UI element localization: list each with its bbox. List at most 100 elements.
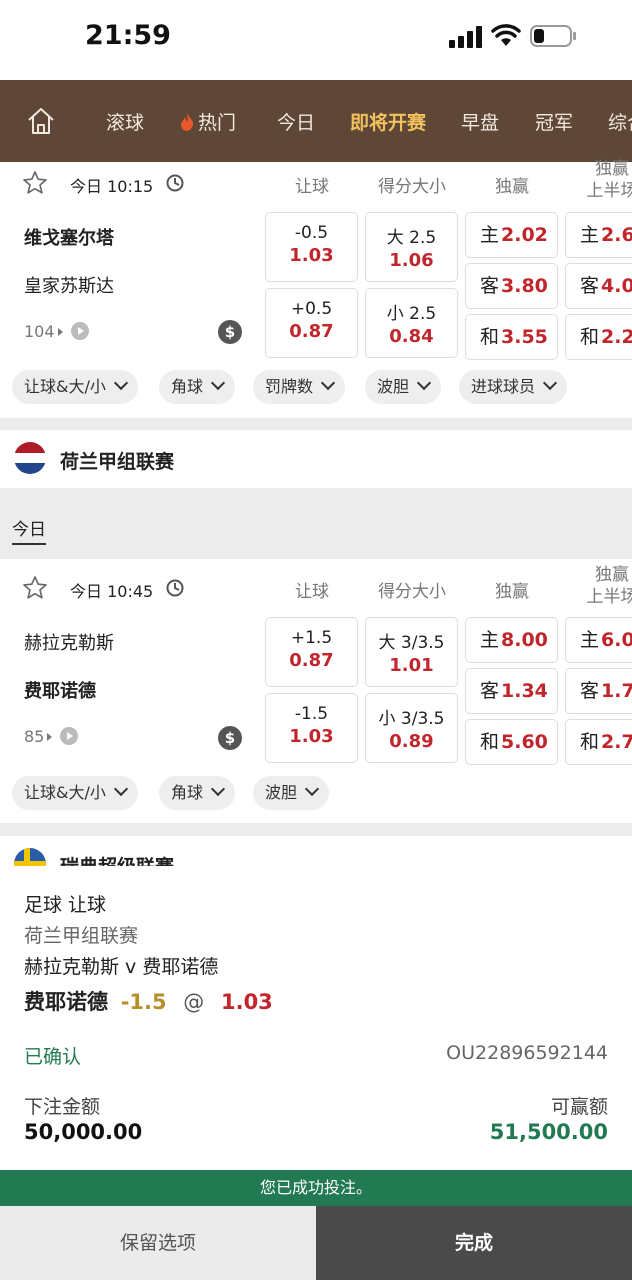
moneyline-draw-button[interactable]: 和 5.60 xyxy=(465,719,558,765)
match-time: 今日 10:15 xyxy=(70,177,154,196)
total-line: 小 3/3.5 xyxy=(378,709,445,729)
market-chip[interactable]: 罚牌数 xyxy=(253,370,346,404)
market-chip[interactable]: 波胆 xyxy=(365,370,442,404)
odds-label: 主 xyxy=(580,629,600,651)
moneyline-draw-button[interactable]: 和 3.55 xyxy=(465,314,558,360)
odds-label: 主 xyxy=(580,224,600,246)
home-icon[interactable] xyxy=(26,104,56,138)
odds-label: 和 xyxy=(580,731,600,753)
col-header-half-time: 独赢 上半场 xyxy=(566,564,632,608)
battery-icon xyxy=(530,25,576,47)
status-bar: 21:59 xyxy=(0,0,632,80)
odds-label: 主 xyxy=(480,224,500,246)
handicap-home-button[interactable]: -0.5 1.03 xyxy=(265,212,358,282)
match-card: 今日 10:15 让球 得分大小 独赢 独赢 上半场 维戈塞尔塔 皇家苏斯达 10… xyxy=(0,159,632,418)
fire-icon xyxy=(181,113,194,131)
chip-label: 让球&大/小 xyxy=(24,377,106,396)
date-tab-today[interactable]: 今日 xyxy=(12,515,46,545)
market-count: 104 xyxy=(24,322,55,341)
nav-tab-popular[interactable]: 热门 xyxy=(180,108,236,135)
nav-tab-early[interactable]: 早盘 xyxy=(461,108,499,135)
moneyline-home-button[interactable]: 主 8.00 xyxy=(465,617,558,663)
chip-label: 罚牌数 xyxy=(265,377,314,396)
total-over-button[interactable]: 大 3/3.5 1.01 xyxy=(365,617,458,687)
moneyline-home-button[interactable]: 主 2.02 xyxy=(465,212,558,258)
total-over-button[interactable]: 大 2.5 1.06 xyxy=(365,212,458,282)
chip-label: 进球球员 xyxy=(471,377,536,396)
bet-status: 已确认 xyxy=(24,1046,82,1068)
half-draw-button[interactable]: 和 2.7 xyxy=(565,719,632,765)
win-amount: 51,500.00 xyxy=(489,1120,608,1144)
nav-tab-today[interactable]: 今日 xyxy=(277,108,315,135)
col-header-total: 得分大小 xyxy=(378,582,446,602)
handicap-odds: 1.03 xyxy=(289,726,334,747)
odds-value: 2.2 xyxy=(601,326,632,348)
odds-label: 和 xyxy=(480,326,500,348)
handicap-line: -1.5 xyxy=(294,704,329,724)
nav-tab-live[interactable]: 滚球 xyxy=(106,108,144,135)
col-header-handicap: 让球 xyxy=(295,177,329,197)
chevron-down-icon xyxy=(210,375,226,391)
market-chip[interactable]: 角球 xyxy=(159,370,236,404)
half-home-button[interactable]: 主 2.6 xyxy=(565,212,632,258)
done-button[interactable]: 完成 xyxy=(316,1206,632,1280)
col-header-moneyline: 独赢 xyxy=(495,582,529,602)
handicap-away-button[interactable]: +0.5 0.87 xyxy=(265,288,358,358)
col-header-half-2: 上半场 xyxy=(586,587,632,607)
odds-value: 5.60 xyxy=(501,731,548,753)
market-chip[interactable]: 角球 xyxy=(159,776,236,810)
handicap-odds: 0.87 xyxy=(289,650,334,671)
odds-value: 3.55 xyxy=(501,326,548,348)
half-away-button[interactable]: 客 4.0 xyxy=(565,263,632,309)
total-line: 大 3/3.5 xyxy=(378,633,445,653)
half-home-button[interactable]: 主 6.0 xyxy=(565,617,632,663)
more-markets[interactable]: 85 xyxy=(24,727,79,746)
half-draw-button[interactable]: 和 2.2 xyxy=(565,314,632,360)
total-under-button[interactable]: 小 3/3.5 0.89 xyxy=(365,693,458,763)
moneyline-away-button[interactable]: 客 1.34 xyxy=(465,668,558,714)
odds-value: 2.7 xyxy=(601,731,632,753)
play-icon[interactable] xyxy=(60,727,79,745)
odds-value: 6.0 xyxy=(601,629,632,651)
total-odds: 1.01 xyxy=(389,655,434,676)
half-away-button[interactable]: 客 1.7 xyxy=(565,668,632,714)
play-icon[interactable] xyxy=(70,322,89,340)
total-line: 大 2.5 xyxy=(386,228,437,248)
col-header-half-2: 上半场 xyxy=(586,181,632,201)
col-header-half-1: 独赢 xyxy=(595,159,629,179)
odds-value: 1.34 xyxy=(501,680,548,702)
handicap-line: +0.5 xyxy=(290,299,333,319)
market-chip[interactable]: 让球&大/小 xyxy=(12,370,138,404)
clock-icon xyxy=(166,174,184,192)
more-markets[interactable]: 104 xyxy=(24,322,89,341)
clock-icon xyxy=(166,579,184,597)
handicap-home-button[interactable]: +1.5 0.87 xyxy=(265,617,358,687)
chip-label: 波胆 xyxy=(265,783,298,802)
cashout-dollar-icon[interactable]: $ xyxy=(218,320,242,344)
market-chip[interactable]: 进球球员 xyxy=(459,370,568,404)
stake-amount: 50,000.00 xyxy=(24,1120,143,1144)
odds-label: 和 xyxy=(480,731,500,753)
chip-label: 波胆 xyxy=(377,377,410,396)
nav-tab-outright[interactable]: 冠军 xyxy=(535,108,573,135)
nav-tab-upcoming[interactable]: 即将开赛 xyxy=(350,108,426,135)
handicap-away-button[interactable]: -1.5 1.03 xyxy=(265,693,358,763)
market-chip[interactable]: 波胆 xyxy=(253,776,330,810)
home-team: 赫拉克勒斯 xyxy=(24,633,114,654)
total-under-button[interactable]: 小 2.5 0.84 xyxy=(365,288,458,358)
bet-line: -1.5 xyxy=(120,990,167,1014)
favorite-star-icon[interactable] xyxy=(22,170,48,196)
cashout-dollar-icon[interactable]: $ xyxy=(218,726,242,750)
keep-selections-button[interactable]: 保留选项 xyxy=(0,1206,316,1280)
bet-sport-market: 足球 让球 xyxy=(24,894,107,916)
cellular-signal-icon xyxy=(449,26,482,48)
league-header[interactable]: 荷兰甲组联赛 xyxy=(0,430,632,488)
chevron-down-icon xyxy=(113,781,128,797)
market-chip[interactable]: 让球&大/小 xyxy=(12,776,138,810)
odds-value: 1.7 xyxy=(601,680,632,702)
nav-tab-mixed[interactable]: 综合 xyxy=(608,108,632,135)
favorite-star-icon[interactable] xyxy=(22,575,48,601)
wifi-icon xyxy=(491,24,521,46)
moneyline-away-button[interactable]: 客 3.80 xyxy=(465,263,558,309)
handicap-odds: 0.87 xyxy=(289,321,334,342)
